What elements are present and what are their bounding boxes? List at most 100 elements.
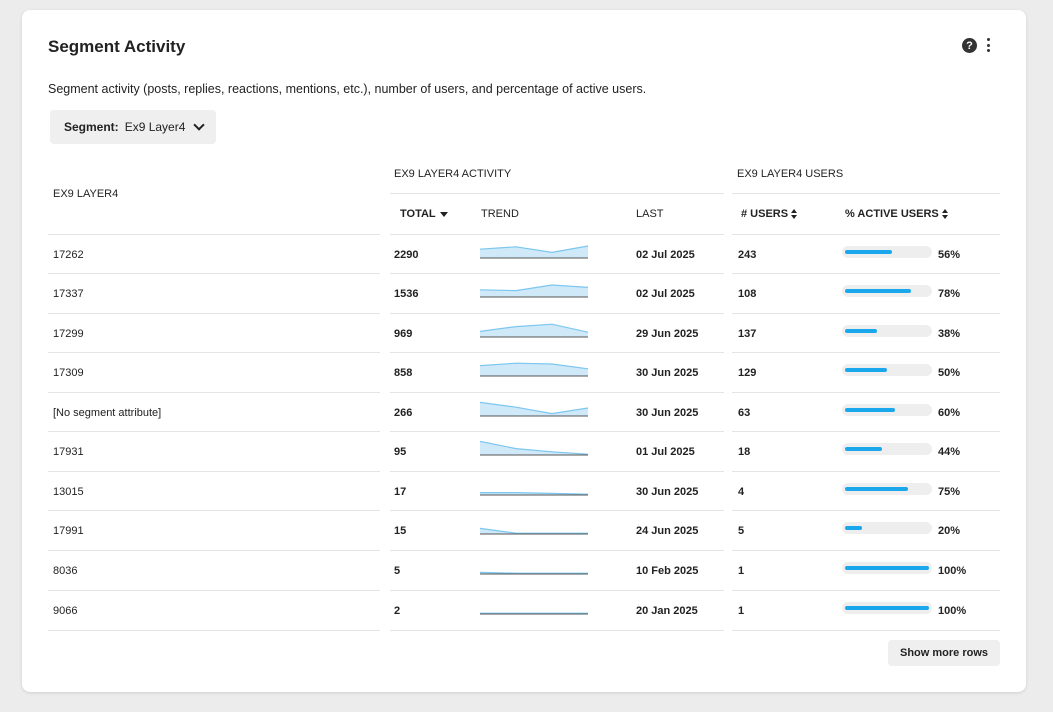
last-activity-date: 10 Feb 2025 [636,565,699,577]
row-divider [732,352,1000,353]
sort-active-users-button[interactable]: % ACTIVE USERS [845,208,949,220]
sort-both-icon [791,209,798,220]
segment-dropdown[interactable]: Segment: Ex9 Layer4 [50,110,216,144]
segment-name: 8036 [53,565,78,577]
row-divider [48,234,380,235]
active-users-bar [842,404,932,416]
row-divider [48,471,380,472]
row-divider [390,630,724,631]
trend-sparkline [480,612,588,615]
header-activity-group: EX9 LAYER4 ACTIVITY [394,168,512,180]
active-users-bar [842,285,932,297]
row-divider [732,550,1000,551]
active-users-bar [842,522,932,534]
active-users-bar-fill [845,487,908,491]
table-row: [No segment attribute] 266 30 Jun 2025 63 60… [22,392,1026,431]
active-users-percent: 44% [938,446,961,458]
divider [390,193,724,194]
last-activity-date: 29 Jun 2025 [636,328,699,340]
sort-total-button[interactable]: TOTAL [400,208,448,220]
table-row: 13015 17 30 Jun 2025 4 75% [22,471,1026,510]
active-users-percent: 38% [938,328,961,340]
table-row: 17299 969 29 Jun 2025 137 38% [22,313,1026,352]
table-row: 17931 95 01 Jul 2025 18 44% [22,431,1026,470]
table-row: 9066 2 20 Jan 2025 1 100% [22,590,1026,629]
segment-name: 9066 [53,605,78,617]
row-divider [732,471,1000,472]
vertical-dots-icon[interactable] [984,37,992,53]
row-divider [48,590,380,591]
sort-users-button[interactable]: # USERS [741,208,798,220]
activity-total: 858 [394,367,413,379]
active-users-percent: 56% [938,249,961,261]
active-users-bar-fill [845,606,929,610]
active-users-bar-fill [845,566,929,570]
activity-total: 266 [394,407,413,419]
row-divider [48,392,380,393]
active-users-percent: 50% [938,367,961,379]
row-divider [48,510,380,511]
activity-total: 17 [394,486,407,498]
active-users-percent: 60% [938,407,961,419]
active-users-bar-fill [845,289,911,293]
user-count: 129 [738,367,757,379]
trend-area [480,324,588,337]
trend-sparkline [480,401,588,417]
row-divider [732,392,1000,393]
row-divider [48,313,380,314]
active-users-percent: 75% [938,486,961,498]
card-description: Segment activity (posts, replies, reacti… [48,82,647,96]
activity-total: 15 [394,525,407,537]
active-users-bar [842,246,932,258]
trend-sparkline [480,492,588,496]
active-users-bar [842,562,932,574]
chevron-down-icon [193,119,206,131]
active-users-percent: 100% [938,605,967,617]
row-divider [48,630,380,631]
question-circle-icon[interactable]: ? [962,38,977,53]
row-divider [390,471,724,472]
segment-name: [No segment attribute] [53,407,162,419]
row-divider [48,273,380,274]
show-more-rows-button[interactable]: Show more rows [888,640,1000,666]
trend-sparkline [480,323,588,338]
table-row: 17991 15 24 Jun 2025 5 20% [22,510,1026,549]
active-users-bar-fill [845,329,877,333]
table-row: 17309 858 30 Jun 2025 129 50% [22,352,1026,391]
active-users-bar [842,325,932,337]
user-count: 108 [738,288,757,300]
row-divider [732,630,1000,631]
row-divider [390,431,724,432]
row-divider [48,431,380,432]
segment-activity-card: Segment Activity ? Segment activity (pos… [22,10,1026,692]
active-users-bar [842,443,932,455]
segment-name: 17309 [53,367,84,379]
user-count: 243 [738,249,757,261]
trend-sparkline [480,571,588,575]
row-divider [732,234,1000,235]
activity-total: 1536 [394,288,419,300]
row-divider [732,431,1000,432]
active-users-percent: 100% [938,565,967,577]
last-activity-date: 02 Jul 2025 [636,288,695,300]
last-activity-date: 20 Jan 2025 [636,605,698,617]
last-activity-date: 24 Jun 2025 [636,525,699,537]
header-trend: TREND [481,208,519,220]
active-users-bar-fill [845,526,862,530]
last-activity-date: 30 Jun 2025 [636,367,699,379]
user-count: 63 [738,407,751,419]
active-users-bar-fill [845,447,882,451]
segment-name: 17337 [53,288,84,300]
card-title: Segment Activity [48,37,186,56]
last-activity-date: 30 Jun 2025 [636,486,699,498]
sort-both-icon [941,209,949,220]
row-divider [732,510,1000,511]
active-users-bar [842,364,932,376]
activity-total: 5 [394,565,401,577]
user-count: 18 [738,446,751,458]
header-segment: EX9 LAYER4 [53,188,119,200]
user-count: 5 [738,525,745,537]
trend-sparkline [480,527,588,535]
row-divider [48,352,380,353]
trend-sparkline [480,284,588,298]
